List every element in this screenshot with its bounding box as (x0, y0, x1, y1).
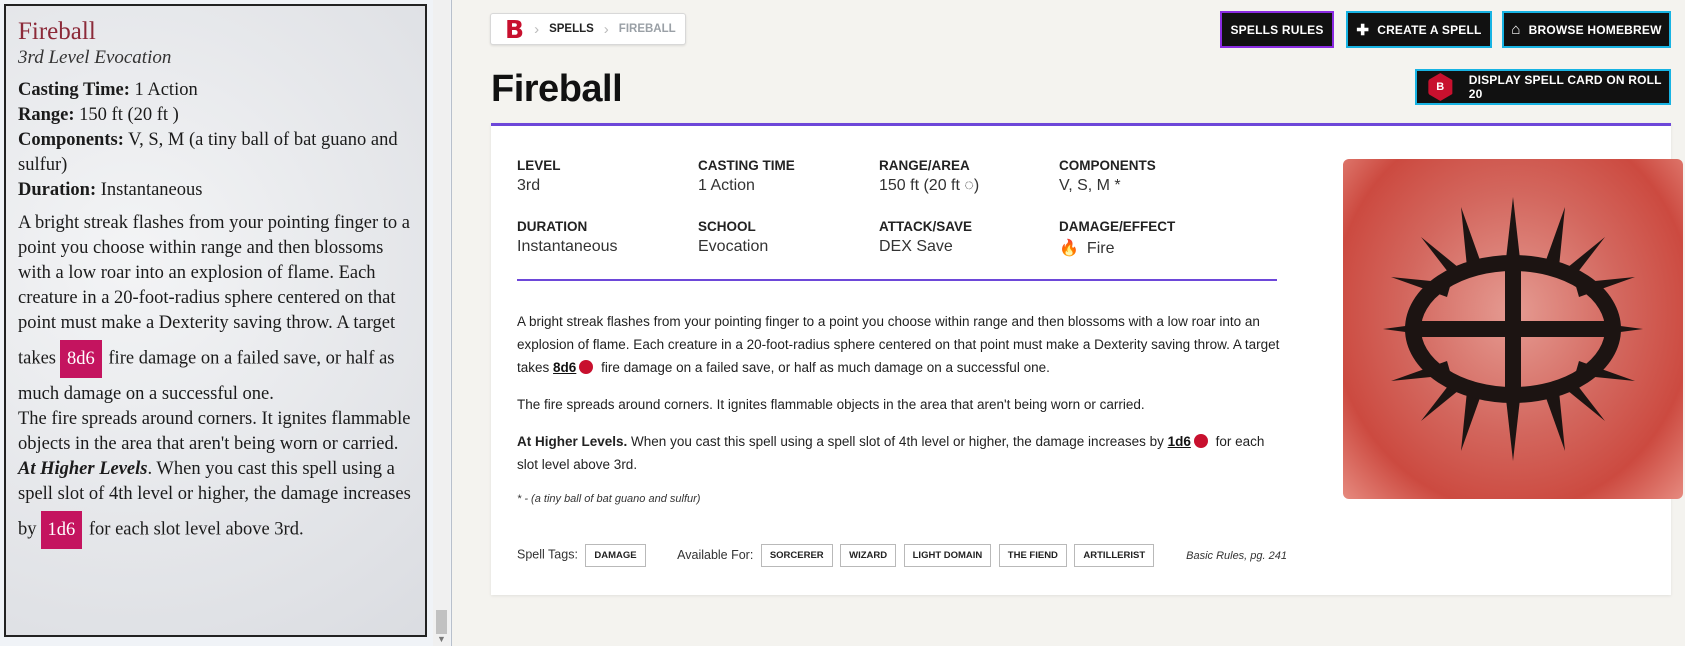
display-spell-card-label: DISPLAY SPELL CARD ON ROLL 20 (1468, 73, 1662, 101)
dice-roll-1d6[interactable]: 1d6 (1168, 434, 1191, 449)
card-duration: Duration: Instantaneous (18, 178, 413, 203)
card-duration-value: Instantaneous (100, 180, 203, 200)
tag-damage[interactable]: DAMAGE (585, 544, 646, 567)
card-range-label: Range: (18, 105, 75, 125)
stat-label: COMPONENTS (1059, 158, 1156, 173)
scroll-down-arrow-icon[interactable]: ▼ (437, 634, 446, 644)
class-tag-sorcerer[interactable]: SORCERER (760, 544, 833, 567)
evocation-symbol-icon (1383, 197, 1643, 461)
description-text: When you cast this spell using a spell s… (631, 434, 1164, 449)
create-spell-label: CREATE A SPELL (1377, 22, 1482, 37)
stat-value: Evocation (698, 238, 769, 255)
stat-damage-effect: DAMAGE/EFFECT 🔥 Fire (1059, 219, 1249, 258)
components-footnote: * - (a tiny ball of bat guano and sulfur… (517, 493, 701, 505)
die-icon[interactable] (1193, 434, 1208, 449)
spell-card: Fireball 3rd Level Evocation Casting Tim… (4, 4, 427, 637)
browse-homebrew-label: BROWSE HOMEBREW (1528, 22, 1662, 37)
stat-value: 3rd (517, 177, 541, 194)
description-paragraph: The fire spreads around corners. It igni… (517, 393, 1287, 416)
browse-homebrew-button[interactable]: ⌂ BROWSE HOMEBREW (1502, 11, 1671, 48)
class-tag-light-domain[interactable]: LIGHT DOMAIN (903, 544, 992, 567)
source-reference: Basic Rules, pg. 241 (1186, 550, 1287, 562)
plus-icon: ✚ (1356, 21, 1370, 39)
card-body-text-3: The fire spreads around corners. It igni… (18, 409, 411, 454)
card-higher-levels-label: At Higher Levels (18, 459, 148, 479)
stat-label: ATTACK/SAVE (879, 219, 972, 234)
home-icon: ⌂ (1511, 21, 1521, 38)
die-icon[interactable] (579, 360, 594, 375)
card-dice-8d6[interactable]: 8d6 (60, 340, 102, 378)
stat-duration: DURATION Instantaneous (517, 219, 707, 256)
card-dice-1d6[interactable]: 1d6 (40, 511, 83, 549)
dice-roll-8d6[interactable]: 8d6 (553, 360, 576, 375)
stat-label: DURATION (517, 219, 588, 234)
card-higher-text-2: for each slot level above 3rd. (88, 519, 304, 540)
available-for-label: Available For: (677, 547, 754, 562)
chevron-right-icon: › (534, 20, 540, 38)
higher-levels-paragraph: At Higher Levels. When you cast this spe… (517, 430, 1287, 476)
class-tag-wizard[interactable]: WIZARD (840, 544, 897, 567)
spell-description: A bright streak flashes from your pointi… (517, 310, 1287, 511)
stats-divider (517, 279, 1277, 281)
spell-details: LEVEL 3rd CASTING TIME 1 Action RANGE/AR… (491, 123, 1683, 595)
scrollbar-thumb[interactable] (436, 610, 447, 634)
fire-icon: 🔥 (1059, 240, 1079, 257)
stat-value: 150 ft (20 ft ◌) (879, 177, 980, 194)
card-duration-label: Duration: (18, 180, 97, 200)
card-components: Components: V, S, M (a tiny ball of bat … (18, 128, 413, 178)
dndbeyond-logo-icon[interactable]: B (505, 17, 524, 42)
page-title: Fireball (491, 68, 623, 110)
card-scrollbar[interactable]: ▼ (433, 0, 450, 646)
chevron-right-icon: › (603, 20, 609, 38)
stat-label: SCHOOL (698, 219, 756, 234)
stat-label: LEVEL (517, 158, 561, 173)
stat-label: RANGE/AREA (879, 158, 970, 173)
card-casting-time-label: Casting Time: (18, 80, 130, 100)
card-range-value: 150 ft (20 ft ) (79, 105, 179, 125)
card-subtitle: 3rd Level Evocation (18, 47, 172, 68)
stat-value: 🔥 Fire (1059, 238, 1249, 258)
stat-casting-time: CASTING TIME 1 Action (698, 158, 888, 195)
stat-label: DAMAGE/EFFECT (1059, 219, 1176, 234)
stat-attack-save: ATTACK/SAVE DEX Save (879, 219, 1069, 256)
spell-card-panel: Fireball 3rd Level Evocation Casting Tim… (0, 0, 452, 646)
stat-value: Instantaneous (517, 238, 618, 255)
description-text: The fire spreads around corners. It igni… (517, 397, 1145, 412)
spell-tags-row: Spell Tags: DAMAGE Available For: SORCER… (517, 544, 1287, 570)
stat-value: 1 Action (698, 177, 755, 194)
breadcrumb-current: FIREBALL (618, 23, 676, 35)
higher-levels-label: At Higher Levels. (517, 434, 628, 449)
display-spell-card-roll20-button[interactable]: B DISPLAY SPELL CARD ON ROLL 20 (1415, 69, 1671, 105)
stat-range-area: RANGE/AREA 150 ft (20 ft ◌) (879, 158, 1069, 195)
card-range: Range: 150 ft (20 ft ) (18, 103, 413, 128)
stat-school: SCHOOL Evocation (698, 219, 888, 256)
spell-page: B › SPELLS › FIREBALL SPELLS RULES ✚ CREA… (452, 0, 1685, 646)
class-tag-artillerist[interactable]: ARTILLERIST (1074, 544, 1155, 567)
spell-tags-label: Spell Tags: (517, 547, 578, 562)
description-paragraph: A bright streak flashes from your pointi… (517, 310, 1287, 379)
card-casting-time: Casting Time: 1 Action (18, 78, 413, 103)
stat-components: COMPONENTS V, S, M * (1059, 158, 1249, 195)
evocation-school-image (1343, 159, 1683, 499)
damage-type: Fire (1086, 240, 1115, 257)
breadcrumb-spells-link[interactable]: SPELLS (549, 23, 594, 35)
breadcrumb: B › SPELLS › FIREBALL (490, 13, 686, 45)
stat-level: LEVEL 3rd (517, 158, 707, 195)
stat-value: DEX Save (879, 238, 953, 255)
class-tag-the-fiend[interactable]: THE FIEND (998, 544, 1067, 567)
stat-value: V, S, M * (1059, 177, 1121, 194)
stat-label: CASTING TIME (698, 158, 795, 173)
d20-icon: B (1428, 73, 1453, 101)
card-description: A bright streak flashes from your pointi… (18, 211, 413, 553)
card-title: Fireball (18, 18, 96, 45)
card-casting-time-value: 1 Action (134, 80, 198, 100)
card-components-label: Components: (18, 130, 124, 150)
spells-rules-label: SPELLS RULES (1230, 22, 1324, 37)
spells-rules-button[interactable]: SPELLS RULES (1220, 11, 1334, 48)
description-text: fire damage on a failed save, or half as… (601, 360, 1050, 375)
create-spell-button[interactable]: ✚ CREATE A SPELL (1346, 11, 1492, 48)
